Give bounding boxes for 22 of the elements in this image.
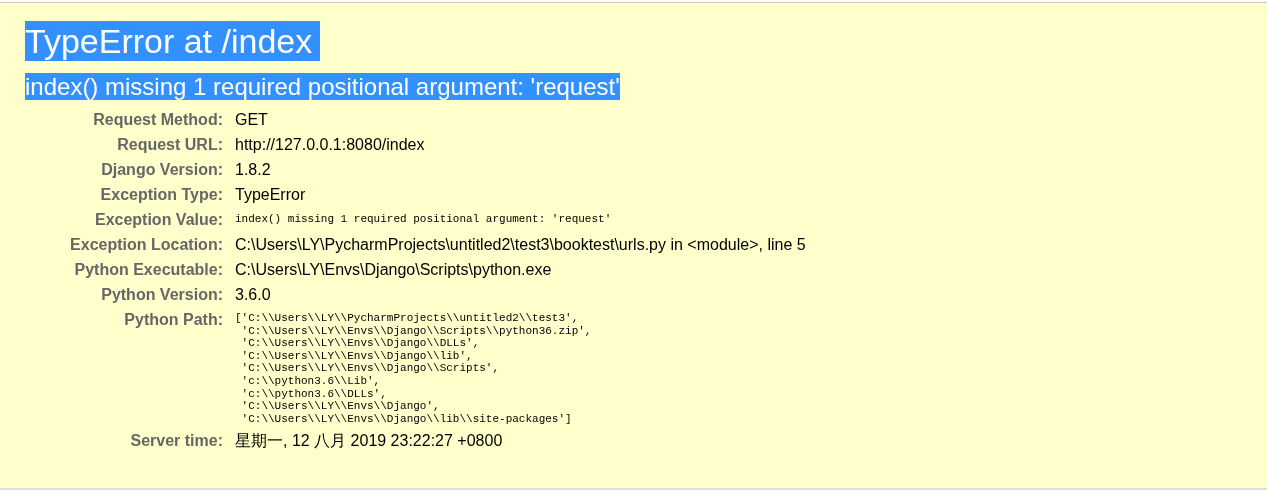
field-label: Python Version:	[100, 285, 223, 304]
field-label: Exception Value:	[93, 210, 223, 229]
error-title: TypeError at /index	[25, 21, 321, 61]
field-label: Exception Type:	[99, 185, 223, 204]
field-value: GET	[235, 110, 269, 129]
field-value: TypeError	[235, 185, 307, 204]
field-label: Django Version:	[100, 160, 223, 179]
field-label: Request Method:	[92, 110, 223, 129]
field-value: 1.8.2	[235, 160, 272, 179]
field-label: Python Path:	[123, 310, 223, 330]
field-value: 3.6.0	[235, 285, 272, 304]
field-label: Python Executable:	[73, 260, 223, 279]
field-value: C:\Users\LY\Envs\Django\Scripts\python.exe	[235, 260, 553, 279]
field-value: C:\Users\LY\PycharmProjects\untitled2\test3\booktest\urls.py in <module>, line 5	[235, 235, 807, 254]
field-label: Request URL:	[116, 135, 223, 154]
field-label: Server time:	[129, 431, 223, 451]
field-value: 星期一, 12 八月 2019 23:22:27 +0800	[235, 431, 504, 451]
error-message: index() missing 1 required positional argument: 'request'	[25, 73, 620, 100]
field-value: index() missing 1 required positional argument: 'request'	[235, 212, 613, 227]
field-value: http://127.0.0.1:8080/index	[235, 135, 426, 154]
field-label: Exception Location:	[69, 235, 223, 254]
path-listing: ['C:\\Users\\LY\\PycharmProjects\\untitled2\\test3', 'C:\\Users\\LY\\Envs\\Django\\Scripts\\python36.zip', 'C:\\Users\\LY\\Envs\\Django\\DLLs', 'C:\\Users\\LY\\Envs\\Django\\lib', 'C:\\Users\\LY\\Envs\\Django\\Scripts', 'c:\\python3.6\\Lib', 'c:\\python3.6\\DLLs', 'C:\\Users\\LY\\Envs\\Django', 'C:\\Users\\LY\\Envs\\Django\\lib\\site-packages']	[235, 311, 593, 426]
